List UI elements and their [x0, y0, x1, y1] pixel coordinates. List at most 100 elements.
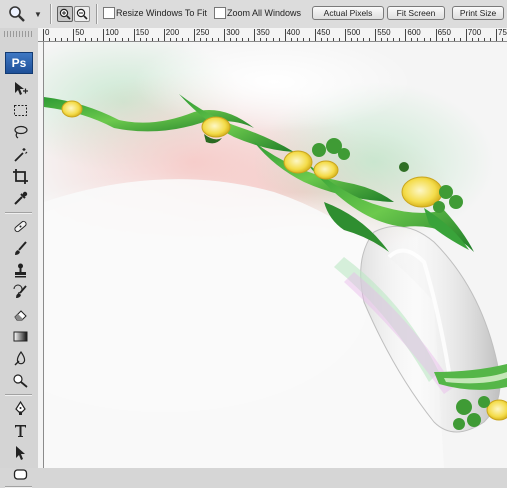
artwork: [44, 42, 507, 468]
ruler-minor-tick: [230, 38, 232, 41]
brush-tool-icon[interactable]: [9, 238, 31, 258]
clone-stamp-tool-icon[interactable]: [9, 260, 31, 280]
ruler-minor-tick: [218, 38, 220, 41]
ruler-label: 350: [256, 28, 270, 37]
zoom-in-button[interactable]: [57, 6, 73, 22]
move-tool-icon[interactable]: [9, 78, 31, 98]
ruler-minor-tick: [393, 38, 395, 41]
type-tool-icon[interactable]: [9, 420, 31, 440]
ruler-minor-tick: [453, 38, 455, 41]
document-canvas[interactable]: [44, 42, 507, 468]
ruler-minor-tick: [260, 38, 262, 41]
ruler-minor-tick: [332, 38, 334, 41]
fit-screen-button[interactable]: Fit Screen: [387, 6, 445, 20]
ruler-minor-tick: [308, 38, 310, 41]
ruler-tick: [465, 29, 467, 41]
ruler-minor-tick: [97, 38, 99, 41]
ruler-minor-tick: [55, 38, 57, 41]
ruler-label: 750: [498, 28, 507, 37]
ruler-minor-tick: [91, 38, 93, 41]
ruler-minor-tick: [248, 38, 250, 41]
ruler-minor-tick: [351, 38, 353, 41]
toolbox-grip[interactable]: [4, 31, 34, 37]
ruler-tick: [435, 29, 437, 41]
crop-tool-icon[interactable]: [9, 166, 31, 186]
eyedropper-tool-icon[interactable]: [9, 188, 31, 208]
ruler-minor-tick: [411, 38, 413, 41]
photoshop-logo[interactable]: Ps: [5, 52, 33, 74]
ruler-minor-tick: [139, 38, 141, 41]
toolbox: Ps: [0, 28, 39, 488]
ruler-minor-tick: [187, 38, 189, 41]
ruler-label: 400: [286, 28, 300, 37]
ruler-label: 250: [196, 28, 210, 37]
ruler-minor-tick: [338, 38, 340, 41]
ruler-minor-tick: [79, 38, 81, 41]
marquee-tool-icon[interactable]: [9, 100, 31, 120]
ruler-tick: [73, 29, 75, 41]
chevron-down-icon[interactable]: ▼: [34, 5, 44, 23]
ruler-minor-tick: [157, 38, 159, 41]
ruler-label: 500: [347, 28, 361, 37]
ruler-tick: [43, 29, 44, 41]
magic-wand-tool-icon[interactable]: [9, 144, 31, 164]
ruler-minor-tick: [151, 38, 153, 41]
shape-tool-icon[interactable]: [9, 464, 31, 484]
ruler-minor-tick: [489, 38, 491, 41]
resize-windows-checkbox[interactable]: [103, 7, 115, 19]
ruler-label: 700: [467, 28, 482, 37]
ruler-minor-tick: [447, 38, 449, 41]
zoom-all-windows-checkbox[interactable]: [214, 7, 226, 19]
ruler-minor-tick: [423, 38, 425, 41]
pen-tool-icon[interactable]: [9, 398, 31, 418]
dodge-tool-icon[interactable]: [9, 370, 31, 390]
ruler-minor-tick: [290, 38, 292, 41]
eraser-tool-icon[interactable]: [9, 304, 31, 324]
ruler-label: 600: [407, 28, 421, 37]
path-selection-tool-icon[interactable]: [9, 442, 31, 462]
ruler-minor-tick: [302, 38, 304, 41]
ruler-minor-tick: [471, 38, 473, 41]
horizontal-ruler[interactable]: 0 50 100 150 200 250 300 350 400 450 500 550 600 650 7…: [38, 28, 507, 42]
ruler-minor-tick: [127, 38, 129, 41]
ruler-minor-tick: [278, 38, 280, 41]
ruler-tick: [284, 29, 286, 41]
ruler-tick: [254, 29, 256, 41]
zoom-in-icon: [59, 8, 71, 20]
healing-brush-tool-icon[interactable]: [9, 216, 31, 236]
gradient-tool-icon[interactable]: [9, 326, 31, 346]
print-size-button[interactable]: Print Size: [452, 6, 504, 20]
zoom-tool-preset-icon[interactable]: [8, 5, 30, 23]
ruler-minor-tick: [483, 38, 485, 41]
ruler-minor-tick: [181, 38, 183, 41]
zoom-out-button[interactable]: [74, 6, 90, 22]
ruler-label: 50: [75, 28, 85, 37]
ruler-tick: [375, 29, 377, 41]
ruler-label: 0: [45, 28, 50, 37]
ruler-minor-tick: [200, 38, 202, 41]
zoom-out-icon: [76, 8, 88, 20]
ruler-minor-tick: [266, 38, 268, 41]
ruler-tick: [345, 29, 346, 41]
ruler-minor-tick: [441, 38, 443, 41]
ruler-minor-tick: [61, 38, 63, 41]
ruler-label: 450: [316, 28, 331, 37]
ruler-minor-tick: [67, 38, 69, 41]
ruler-minor-tick: [206, 38, 208, 41]
ruler-minor-tick: [236, 38, 238, 41]
divider: [5, 394, 32, 396]
ruler-minor-tick: [242, 38, 244, 41]
ruler-minor-tick: [115, 38, 117, 41]
ruler-minor-tick: [357, 38, 359, 41]
divider: [96, 4, 98, 24]
lasso-tool-icon[interactable]: [9, 122, 31, 142]
ruler-minor-tick: [387, 38, 389, 41]
ruler-minor-tick: [296, 38, 298, 41]
history-brush-tool-icon[interactable]: [9, 282, 31, 302]
ruler-minor-tick: [459, 38, 461, 41]
blur-tool-icon[interactable]: [9, 348, 31, 368]
ruler-label: 100: [105, 28, 119, 37]
actual-pixels-button[interactable]: Actual Pixels: [312, 6, 384, 20]
divider: [50, 4, 52, 24]
ruler-tick: [194, 29, 195, 41]
